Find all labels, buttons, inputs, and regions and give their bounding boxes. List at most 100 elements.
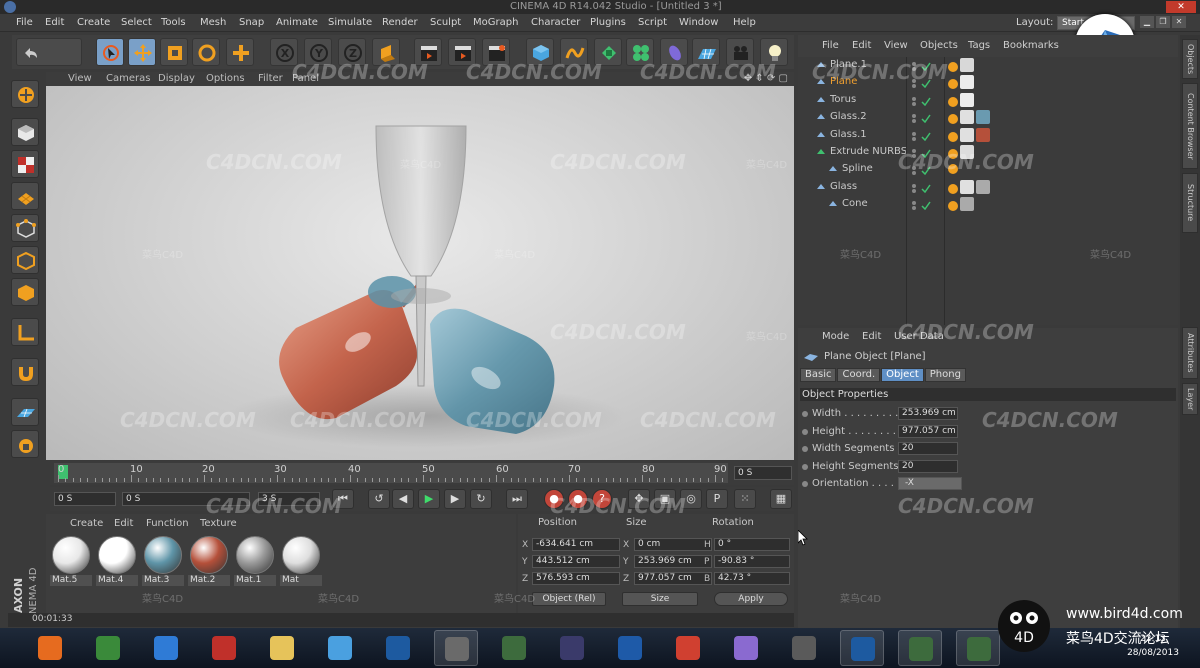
menu-mesh[interactable]: Mesh (200, 17, 226, 28)
taskbar-itunes-icon[interactable] (318, 630, 362, 666)
taskbar-cinema4d-icon[interactable] (376, 630, 420, 666)
light-button[interactable] (760, 38, 788, 66)
size-z-field[interactable]: 977.057 cm (634, 572, 712, 585)
viewport-menu-display[interactable]: Display (158, 73, 195, 84)
workplane-mode-button[interactable] (11, 182, 39, 210)
rotate-tool-button[interactable] (192, 38, 220, 66)
tab-coord[interactable]: Coord. (837, 368, 881, 382)
pos-y-field[interactable]: 443.512 cm (532, 555, 620, 568)
material-tag-icon[interactable] (960, 75, 974, 90)
taskbar-filezilla-icon[interactable] (202, 630, 246, 666)
record-active-button[interactable]: ● (544, 489, 564, 509)
live-selection-button[interactable] (96, 38, 124, 66)
visibility-dots-icon[interactable] (910, 148, 940, 158)
key-pla-button[interactable]: ⁙ (734, 489, 756, 509)
object-row[interactable]: Plane (798, 74, 1178, 91)
previous-key-button[interactable]: ↺ (368, 489, 390, 509)
menu-window[interactable]: Window (679, 17, 718, 28)
material-tag-icon[interactable] (976, 127, 990, 142)
material-swatch[interactable]: Mat.3 (142, 536, 184, 586)
autokey-button[interactable]: ● (568, 489, 588, 509)
apply-button[interactable]: Apply (714, 592, 788, 606)
coordinate-mode-select[interactable]: Object (Rel) (532, 592, 606, 606)
visibility-dots-icon[interactable] (910, 96, 940, 106)
menu-character[interactable]: Character (531, 17, 580, 28)
size-mode-select[interactable]: Size (622, 592, 698, 606)
material-menu-function[interactable]: Function (146, 518, 189, 529)
go-to-end-button[interactable]: ⏭ (506, 489, 528, 509)
menu-help[interactable]: Help (733, 17, 756, 28)
material-tag-icon[interactable] (976, 179, 990, 194)
animate-dot-icon[interactable] (802, 411, 808, 417)
animate-dot-icon[interactable] (802, 463, 808, 470)
material-tag-icon[interactable] (960, 127, 974, 142)
visibility-dots-icon[interactable] (910, 165, 940, 176)
visibility-dots-icon[interactable] (910, 113, 940, 124)
max-frame-field[interactable]: 3 S (258, 492, 320, 506)
sidetab-content-browser[interactable]: Content Browser (1182, 83, 1198, 169)
object-row[interactable]: Glass.1 (798, 127, 1178, 144)
objmgr-menu-view[interactable]: View (884, 40, 908, 51)
restore-icon[interactable]: ❐ (1156, 16, 1170, 28)
taskbar-cinema4d-active-icon[interactable] (840, 630, 884, 666)
material-tag-icon[interactable] (960, 145, 974, 159)
viewport-menu-filter[interactable]: Filter (258, 73, 283, 84)
move-tool-button[interactable] (128, 38, 156, 66)
deformer-button[interactable] (660, 38, 688, 66)
timeline-ruler[interactable]: 0 10 20 30 40 50 60 70 80 90 (54, 463, 728, 483)
current-frame-field[interactable]: 0 S (734, 466, 792, 480)
edges-mode-button[interactable] (11, 246, 39, 274)
sidetab-structure[interactable]: Structure (1182, 173, 1198, 233)
undo-button[interactable] (16, 38, 82, 66)
objmgr-menu-edit[interactable]: Edit (852, 40, 871, 51)
phong-tag-icon[interactable] (948, 131, 958, 142)
animate-dot-icon[interactable] (802, 481, 808, 487)
taskbar-photoshop-icon[interactable] (608, 630, 652, 666)
objmgr-menu-objects[interactable]: Objects (920, 40, 958, 51)
object-row[interactable]: Plane.1 (798, 57, 1178, 74)
size-y-field[interactable]: 253.969 cm (634, 555, 712, 568)
tab-object[interactable]: Object (881, 368, 924, 382)
phong-tag-icon[interactable] (948, 201, 958, 212)
viewport-menu-view[interactable]: View (68, 73, 92, 84)
property-value-field[interactable]: 20 (898, 459, 958, 473)
size-x-field[interactable]: 0 cm (634, 538, 712, 551)
material-tag-icon[interactable] (960, 110, 974, 125)
sidetab-layer[interactable]: Layer (1182, 383, 1198, 415)
menu-sculpt[interactable]: Sculpt (430, 17, 461, 28)
phong-tag-icon[interactable] (948, 62, 958, 72)
material-menu-texture[interactable]: Texture (200, 518, 237, 529)
viewport-3d[interactable] (46, 86, 794, 460)
material-menu-create[interactable]: Create (70, 518, 103, 529)
cube-primitive-button[interactable] (526, 38, 554, 66)
rot-b-field[interactable]: 42.73 ° (714, 572, 790, 585)
object-name[interactable]: Glass.2 (830, 111, 867, 122)
start-frame-field[interactable]: 0 S (54, 492, 116, 506)
polygons-mode-button[interactable] (11, 278, 39, 306)
taskbar-sketchup-2-icon[interactable] (898, 630, 942, 666)
object-row[interactable]: Extrude NURBS (798, 144, 1178, 161)
menu-snap[interactable]: Snap (239, 17, 264, 28)
taskbar-ie-icon[interactable] (144, 630, 188, 666)
menu-plugins[interactable]: Plugins (590, 17, 626, 28)
material-tag-icon[interactable] (960, 179, 974, 194)
objmgr-menu-file[interactable]: File (822, 40, 839, 51)
key-scale-button[interactable]: ▣ (654, 489, 676, 509)
key-rotation-button[interactable]: ◎ (680, 489, 702, 509)
object-name[interactable]: Plane (830, 76, 857, 87)
taskbar-firefox-icon[interactable] (28, 630, 72, 666)
coordinate-system-button[interactable] (372, 38, 400, 66)
attr-menu-userdata[interactable]: User Data (894, 331, 944, 342)
menu-render[interactable]: Render (382, 17, 418, 28)
spline-button[interactable] (560, 38, 588, 66)
menu-simulate[interactable]: Simulate (328, 17, 372, 28)
phong-tag-icon[interactable] (948, 164, 958, 175)
material-swatch[interactable]: Mat.2 (188, 536, 230, 586)
timeline-window-button[interactable]: ▦ (770, 489, 792, 509)
y-axis-button[interactable]: Y (304, 38, 332, 66)
menu-file[interactable]: File (16, 17, 33, 28)
locked-workplane-button[interactable] (11, 430, 39, 458)
object-row[interactable]: Glass (798, 179, 1178, 196)
rot-p-field[interactable]: -90.83 ° (714, 555, 790, 568)
menu-animate[interactable]: Animate (276, 17, 318, 28)
